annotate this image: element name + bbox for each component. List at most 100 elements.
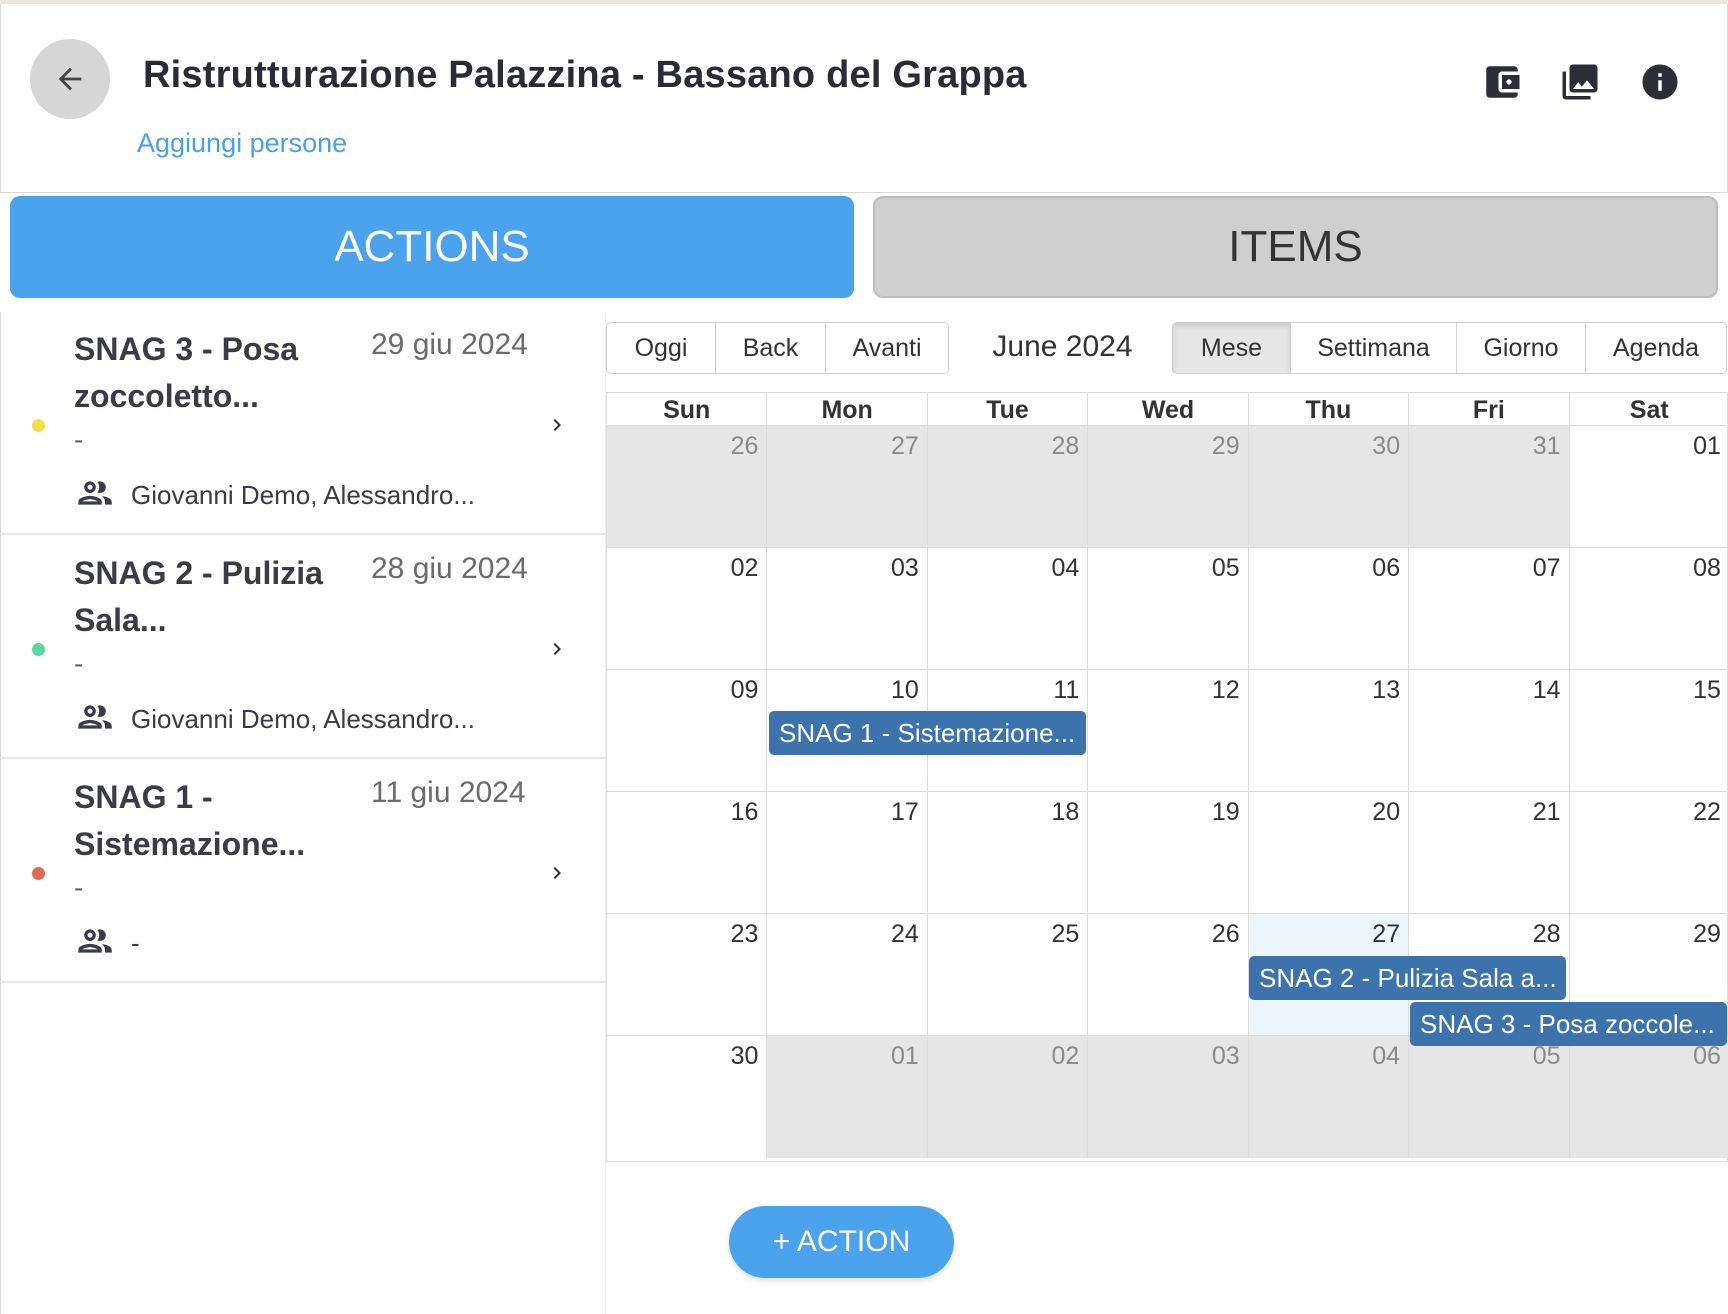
calendar-day[interactable]: 06 xyxy=(1569,1036,1728,1158)
calendar-day[interactable]: 03 xyxy=(1088,1036,1249,1158)
action-date: 29 giu 2024 xyxy=(371,328,528,361)
chevron-right-icon xyxy=(553,643,561,655)
calendar-day[interactable]: 05 xyxy=(1088,548,1249,669)
calendar-day[interactable]: 26 xyxy=(1088,914,1249,1035)
view-month-button[interactable]: Mese xyxy=(1173,323,1291,373)
calendar-day[interactable]: 26 xyxy=(607,426,768,547)
calendar-day[interactable]: 15 xyxy=(1570,670,1728,791)
next-button[interactable]: Avanti xyxy=(826,323,948,373)
calendar-event[interactable]: SNAG 3 - Posa zoccole... xyxy=(1410,1002,1727,1046)
back-arrow-icon xyxy=(58,67,82,91)
calendar-day[interactable]: 03 xyxy=(767,548,928,669)
wallet-icon xyxy=(1486,66,1520,98)
weekday-label: Wed xyxy=(1088,393,1249,425)
calendar-day[interactable]: 04 xyxy=(1248,1036,1410,1158)
day-number: 28 xyxy=(1532,920,1561,948)
calendar-day[interactable]: 13 xyxy=(1249,670,1410,791)
calendar-day[interactable]: 28 xyxy=(927,426,1089,547)
day-number: 18 xyxy=(1051,798,1080,826)
people-icon xyxy=(78,929,112,953)
calendar-day[interactable]: 27 xyxy=(767,426,928,547)
calendar-event[interactable]: SNAG 1 - Sistemazione... xyxy=(769,711,1086,755)
calendar-day[interactable]: 22 xyxy=(1570,792,1728,913)
day-number: 10 xyxy=(891,676,919,704)
calendar-day[interactable]: 30 xyxy=(607,1036,768,1158)
day-number: 08 xyxy=(1693,554,1721,582)
day-number: 21 xyxy=(1532,798,1561,826)
calendar-day[interactable]: 05 xyxy=(1409,1036,1570,1158)
calendar-day[interactable]: 14 xyxy=(1409,670,1570,791)
day-number: 02 xyxy=(1051,1042,1080,1070)
view-week-button[interactable]: Settimana xyxy=(1291,323,1457,373)
calendar-day[interactable]: 04 xyxy=(928,548,1089,669)
page-header: Ristrutturazione Palazzina - Bassano del… xyxy=(0,4,1728,193)
add-people-link[interactable]: Aggiungi persone xyxy=(137,128,347,159)
calendar-day[interactable]: 02 xyxy=(607,548,768,669)
calendar-day[interactable]: 21 xyxy=(1409,792,1570,913)
info-button[interactable] xyxy=(1637,59,1683,105)
day-number: 15 xyxy=(1693,676,1721,704)
status-dot xyxy=(32,867,45,880)
day-number: 26 xyxy=(730,432,759,460)
action-subtitle: - xyxy=(74,872,84,903)
tab-actions[interactable]: ACTIONS xyxy=(10,196,854,298)
day-number: 14 xyxy=(1532,676,1561,704)
action-subtitle: - xyxy=(74,648,84,679)
calendar-day[interactable]: 12 xyxy=(1088,670,1249,791)
weekday-label: Thu xyxy=(1249,393,1410,425)
action-item-snag-2[interactable]: SNAG 2 - Pulizia Sala... 28 giu 2024 - G… xyxy=(1,536,607,759)
calendar-day[interactable]: 30 xyxy=(1248,426,1410,547)
back-button[interactable] xyxy=(30,39,110,119)
calendar-day[interactable]: 01 xyxy=(1570,426,1728,547)
day-number: 09 xyxy=(730,676,759,704)
calendar-day[interactable]: 24 xyxy=(767,914,928,1035)
calendar-day[interactable]: 01 xyxy=(767,1036,928,1158)
calendar-day[interactable]: 17 xyxy=(767,792,928,913)
view-day-button[interactable]: Giorno xyxy=(1457,323,1586,373)
calendar-day[interactable]: 06 xyxy=(1249,548,1410,669)
calendar-event[interactable]: SNAG 2 - Pulizia Sala a... xyxy=(1249,956,1566,1000)
calendar-week: 30 01 02 03 04 05 06 xyxy=(607,1036,1728,1158)
calendar-day[interactable]: 08 xyxy=(1570,548,1728,669)
add-action-button[interactable]: + ACTION xyxy=(729,1206,954,1278)
calendar-week: 16 17 18 19 20 21 22 xyxy=(607,792,1728,914)
wallet-button[interactable] xyxy=(1479,59,1525,105)
action-item-snag-3[interactable]: SNAG 3 - Posa zoccoletto... 29 giu 2024 … xyxy=(1,312,607,535)
calendar-day[interactable]: 19 xyxy=(1088,792,1249,913)
action-people: - xyxy=(131,928,140,958)
day-number: 16 xyxy=(730,798,759,826)
action-date: 28 giu 2024 xyxy=(371,552,528,585)
calendar-day[interactable]: 07 xyxy=(1409,548,1570,669)
back-nav-button[interactable]: Back xyxy=(716,323,826,373)
day-number: 03 xyxy=(1211,1042,1240,1070)
action-item-snag-1[interactable]: SNAG 1 - Sistemazione... 11 giu 2024 - - xyxy=(1,760,607,983)
tab-items[interactable]: ITEMS xyxy=(873,196,1718,298)
calendar-week: 02 03 04 05 06 07 08 xyxy=(607,548,1728,670)
day-number: 13 xyxy=(1372,676,1401,704)
calendar-day[interactable]: 02 xyxy=(927,1036,1089,1158)
calendar-day[interactable]: 20 xyxy=(1249,792,1410,913)
calendar-day[interactable]: 29 xyxy=(1088,426,1249,547)
day-number: 29 xyxy=(1211,432,1240,460)
people-icon xyxy=(78,481,112,505)
day-number: 29 xyxy=(1693,920,1721,948)
today-button[interactable]: Oggi xyxy=(607,323,716,373)
day-number: 23 xyxy=(730,920,759,948)
calendar-day[interactable]: 09 xyxy=(607,670,768,791)
day-number: 26 xyxy=(1211,920,1240,948)
action-title: SNAG 2 - Pulizia Sala... xyxy=(74,555,323,638)
action-title: SNAG 3 - Posa zoccoletto... xyxy=(74,331,299,414)
day-number: 27 xyxy=(1372,920,1401,948)
day-number: 24 xyxy=(891,920,919,948)
calendar-day[interactable]: 25 xyxy=(928,914,1089,1035)
calendar-day[interactable]: 31 xyxy=(1409,426,1570,547)
calendar-day[interactable]: 18 xyxy=(928,792,1089,913)
gallery-button[interactable] xyxy=(1557,59,1603,105)
weekday-label: Sun xyxy=(607,393,768,425)
calendar-day[interactable]: 16 xyxy=(607,792,768,913)
view-agenda-button[interactable]: Agenda xyxy=(1586,323,1726,373)
people-icon xyxy=(78,705,112,729)
day-number: 30 xyxy=(1372,432,1401,460)
action-people: Giovanni Demo, Alessandro... xyxy=(131,480,475,510)
calendar-day[interactable]: 23 xyxy=(607,914,768,1035)
